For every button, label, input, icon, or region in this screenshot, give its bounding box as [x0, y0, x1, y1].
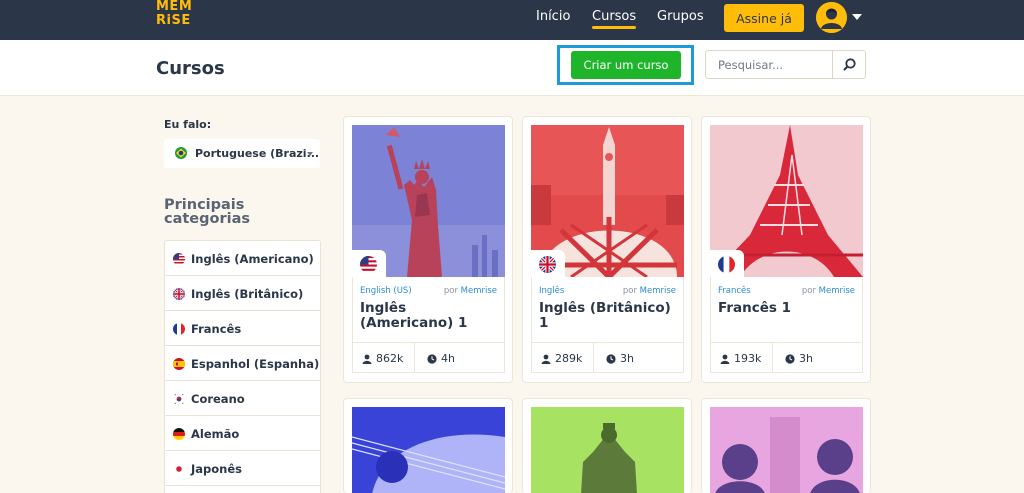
fr-flag-icon: [718, 256, 735, 273]
categories-heading: Principais categorias: [164, 197, 251, 227]
categories-list: Inglês (Americano) Inglês (Britânico) Fr…: [164, 240, 321, 493]
course-author-link[interactable]: Memrise: [819, 286, 855, 296]
course-image-statue-king: [531, 407, 684, 493]
course-author: por Memrise: [443, 286, 497, 296]
course-language-link[interactable]: Francês: [718, 286, 751, 296]
course-duration: 4h: [427, 352, 455, 365]
category-item-frances[interactable]: Francês: [165, 311, 320, 346]
category-item-ingles-americano[interactable]: Inglês (Americano): [165, 241, 320, 276]
top-navbar: MEM RiSE Início Cursos Grupos Assine já: [0, 0, 1024, 40]
course-card-row2-3[interactable]: [701, 398, 871, 493]
learners-icon: [541, 354, 551, 364]
course-duration: 3h: [606, 352, 634, 365]
search-button[interactable]: [832, 51, 865, 78]
category-item-coreano[interactable]: Coreano: [165, 381, 320, 416]
course-author-link[interactable]: Memrise: [640, 286, 676, 296]
de-flag-icon: [173, 428, 185, 440]
uk-flag-icon: [539, 256, 556, 273]
course-card-row2-1[interactable]: [343, 398, 513, 493]
search-input[interactable]: [706, 51, 832, 78]
course-stats: 193k 3h: [711, 342, 862, 373]
course-title[interactable]: Francês 1: [718, 301, 858, 316]
course-language-link[interactable]: English (US): [360, 286, 412, 296]
course-flag-badge: [352, 250, 386, 277]
search-icon: [843, 58, 856, 71]
course-stats: 862k 4h: [353, 342, 504, 373]
course-language-link[interactable]: Inglês: [539, 286, 564, 296]
course-learners: 862k: [362, 352, 403, 365]
course-title[interactable]: Inglês (Britânico) 1: [539, 301, 679, 331]
course-learners: 289k: [541, 352, 582, 365]
clock-icon: [427, 354, 437, 364]
uk-flag-icon: [173, 288, 185, 300]
br-flag-icon: [175, 147, 187, 159]
speak-language-select[interactable]: Portuguese (Brazi...: [164, 139, 320, 168]
fr-flag-icon: [173, 323, 185, 335]
category-item-espanhol-espanha[interactable]: Espanhol (Espanha): [165, 346, 320, 381]
us-flag-icon: [360, 256, 377, 273]
course-learners: 193k: [720, 352, 761, 365]
nav-link-inicio[interactable]: Início: [536, 9, 570, 24]
kr-flag-icon: [173, 393, 185, 405]
course-image-guitar: [352, 407, 505, 493]
category-item-japones[interactable]: Japonês: [165, 451, 320, 486]
speak-language-value: Portuguese (Brazi...: [195, 147, 320, 160]
account-menu-chevron-down-icon[interactable]: [852, 14, 862, 20]
clock-icon: [785, 354, 795, 364]
search-box: [705, 50, 866, 79]
learners-icon: [720, 354, 730, 364]
chevron-down-icon: [307, 152, 313, 156]
course-author: por Memrise: [801, 286, 855, 296]
course-card-body: Inglês por Memrise Inglês (Britânico) 1 …: [531, 277, 684, 373]
course-flag-badge: [531, 250, 565, 277]
course-flag-badge: [710, 250, 744, 277]
page-header: Cursos: [0, 40, 1024, 96]
course-card-body: Francês por Memrise Francês 1 193k 3h: [710, 277, 863, 373]
course-stats: 289k 3h: [532, 342, 683, 373]
category-item-alemao[interactable]: Alemão: [165, 416, 320, 451]
page-title: Cursos: [156, 58, 225, 79]
course-image-composers: [710, 407, 863, 493]
course-card-row2-2[interactable]: [522, 398, 692, 493]
course-card-ingles-britanico[interactable]: Inglês por Memrise Inglês (Britânico) 1 …: [522, 116, 692, 383]
subscribe-button[interactable]: Assine já: [724, 4, 804, 32]
memrise-logo[interactable]: MEM RiSE: [156, 0, 192, 30]
speak-language-label: Eu falo:: [164, 118, 212, 131]
course-card-body: English (US) por Memrise Inglês (America…: [352, 277, 505, 373]
user-avatar-icon[interactable]: [816, 2, 847, 33]
us-flag-icon: [173, 253, 185, 265]
jp-flag-icon: [173, 463, 185, 475]
course-author: por Memrise: [622, 286, 676, 296]
nav-link-grupos[interactable]: Grupos: [657, 9, 704, 24]
nav-link-cursos[interactable]: Cursos: [592, 9, 637, 29]
course-card-frances[interactable]: Francês por Memrise Francês 1 193k 3h: [701, 116, 871, 383]
create-course-button[interactable]: Criar um curso: [571, 51, 681, 79]
category-item-ingles-britanico[interactable]: Inglês (Britânico): [165, 276, 320, 311]
course-duration: 3h: [785, 352, 813, 365]
es-flag-icon: [173, 358, 185, 370]
course-title[interactable]: Inglês (Americano) 1: [360, 301, 500, 331]
course-card-ingles-americano[interactable]: English (US) por Memrise Inglês (America…: [343, 116, 513, 383]
clock-icon: [606, 354, 616, 364]
learners-icon: [362, 354, 372, 364]
course-author-link[interactable]: Memrise: [461, 286, 497, 296]
